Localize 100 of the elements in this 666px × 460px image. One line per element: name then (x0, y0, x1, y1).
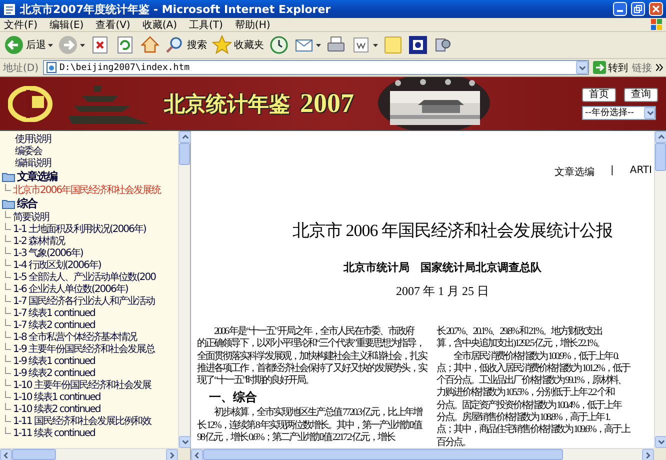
menu-item[interactable]: 工具(T) (189, 18, 223, 32)
restore-button[interactable] (631, 2, 645, 16)
history-icon (269, 35, 289, 55)
scroll-up-button[interactable] (179, 131, 191, 143)
tree-item[interactable]: 编委会 (15, 144, 42, 158)
scroll-up-button[interactable] (655, 131, 666, 143)
scroll-right-button[interactable] (166, 448, 178, 460)
caret-icon (373, 44, 378, 46)
scroll-thumb[interactable] (179, 143, 190, 165)
messenger-button[interactable] (408, 34, 428, 56)
scroll-thumb[interactable] (203, 449, 563, 460)
star-icon (212, 35, 232, 55)
search-button[interactable]: 搜索 (165, 34, 207, 56)
scroll-down-button[interactable] (179, 436, 191, 448)
tree-item[interactable]: 1-7 续表2 continued (13, 318, 95, 332)
links-button[interactable]: 链接 (632, 60, 652, 74)
text-line: 全面贯彻落实科学发展观，加快构建社会主义和谐社会，扎实 (197, 350, 426, 362)
tree-item[interactable]: 1-7 续表1 continued (13, 306, 95, 320)
menu-item[interactable]: 收藏(A) (142, 18, 177, 32)
window-title: 北京市2007年度统计年鉴 - Microsoft Internet Explorer (20, 2, 332, 16)
refresh-button[interactable] (115, 34, 135, 56)
text-line: 个百分点。工业品出厂价格指数为 99.1%，原材料、 (436, 375, 626, 386)
document-icon (351, 35, 371, 55)
tree-item[interactable]: 1-4 行政区划(2006年) (13, 258, 101, 272)
menu-item[interactable]: 帮助(H) (234, 18, 270, 32)
menu-item[interactable]: 查看(V) (96, 18, 130, 32)
scrollbar-corner (654, 448, 666, 460)
stop-icon (90, 35, 110, 55)
tree-folder[interactable]: 综合 (17, 196, 37, 211)
favorites-button[interactable]: 收藏夹 (212, 34, 264, 56)
address-field[interactable]: D:\beijing2007\index.htm (42, 60, 589, 75)
nav-button[interactable]: 首页 (582, 88, 616, 102)
search-icon (165, 35, 185, 55)
menu-item[interactable]: 编辑(E) (50, 18, 84, 32)
header-text: ARTI (630, 165, 652, 178)
tree-item[interactable]: 编辑说明 (15, 156, 51, 170)
scroll-down-button[interactable] (655, 436, 666, 448)
scroll-left-button[interactable] (0, 448, 12, 460)
caret-icon (48, 44, 53, 46)
tree-item[interactable]: 1-7 国民经济各行业法人和产业活动 (13, 294, 155, 308)
document-title: 北京市 2006 年国民经济和社会发展统计公报 (292, 220, 612, 242)
close-button[interactable] (649, 2, 663, 16)
tree-item[interactable]: 1-2 森林情况 (13, 234, 65, 248)
tree-item[interactable]: 1-9 续表2 continued (13, 366, 95, 380)
menu-item[interactable]: 文件(F) (4, 18, 38, 32)
tree-item[interactable]: 简要说明 (13, 210, 49, 224)
text-line: 长 12%，连续第 8 年实现两位数增长。其中，第一产业增加值 (197, 420, 422, 432)
scrollbar[interactable] (178, 131, 190, 448)
text-line: 长 20.7%、20.1%、29.8% 和 21%。地方财政支出 (436, 326, 602, 338)
go-button[interactable]: 转到 (593, 60, 628, 74)
tree-item[interactable]: 1-10 续表1 continued (13, 390, 100, 404)
refresh-icon (115, 35, 135, 55)
banner-year: 2007 (300, 88, 354, 119)
history-button[interactable] (269, 34, 289, 56)
page-icon (46, 62, 57, 73)
nav-button[interactable]: 查询 (624, 88, 658, 102)
scrollbar-corner (178, 448, 190, 460)
tree-item[interactable]: 1-9 续表1 continued (13, 354, 95, 368)
tree-folder[interactable]: 文章选编 (17, 169, 57, 184)
header-text: 文章选编 (554, 166, 594, 179)
chevron-icon (656, 64, 663, 71)
minimize-button[interactable] (613, 2, 627, 16)
text-line: 现了“十一五”时期的良好开局。 (197, 375, 314, 388)
scroll-right-button[interactable] (642, 448, 654, 460)
header-text: | (610, 165, 614, 178)
text-line: 全市居民消费价格指数为 100.9%，低于上年 0. (454, 350, 618, 362)
text-line: 初步核算，全市实现地区生产总值 7720.3 亿元，比上年增 (214, 407, 422, 420)
close-icon (652, 5, 660, 13)
tree-item[interactable]: 1-8 全市私营个体经济基本情况 (13, 330, 137, 344)
tree-item[interactable]: 1-11 国民经济和社会发展比例和效 (13, 414, 151, 428)
tree-item[interactable]: 使用说明 (15, 132, 51, 146)
tree-item[interactable]: 1-11 续表 continued (13, 426, 95, 440)
text-line: 98 亿元，增长 0.6%；第二产业增加值 2217.2 亿元，增长 (197, 432, 394, 444)
back-button[interactable]: 后退 (4, 34, 53, 56)
tree-item[interactable]: 1-5 全部法人、产业活动单位数(200 (13, 270, 156, 284)
tree-item[interactable]: 1-9 主要年份国民经济和社会发展总 (13, 342, 155, 356)
scrollbar[interactable] (191, 448, 654, 460)
tree-item[interactable]: 1-1 土地面积及利用状况(2006年) (13, 222, 146, 236)
folder-icon (2, 198, 15, 208)
scroll-left-button[interactable] (191, 448, 203, 460)
text-line: 推进各项工作，首都经济社会保持了又好又快的发展势头，实 (197, 362, 426, 374)
logo-icon (8, 86, 54, 122)
text-line: 点；其中，商品住宅销售价格指数为 109.6%，高于上 (436, 424, 630, 436)
scrollbar[interactable] (654, 131, 666, 448)
text-line: 算，含中央追加支出)1292.5 亿元，增长 22.1%。 (436, 338, 605, 350)
year-select[interactable]: --年份选择-- (582, 106, 656, 120)
tree-item[interactable]: 北京市2006年国民经济和社会发展统 (13, 183, 160, 197)
section-heading: 一、综合 (208, 389, 257, 406)
tree-item[interactable]: 1-3 气象(2006年) (13, 246, 83, 260)
scroll-thumb[interactable] (655, 143, 666, 171)
tree-item[interactable]: 1-10 主要年份国民经济和社会发展 (13, 378, 151, 392)
folder-icon (2, 172, 15, 182)
dropdown-button[interactable] (576, 61, 588, 74)
scrollbar[interactable] (0, 448, 178, 460)
stop-button[interactable] (90, 34, 110, 56)
scroll-thumb[interactable] (12, 449, 56, 460)
text-line: 分点。房屋销售价格指数为 108.8%，高于上年 1. (436, 412, 610, 424)
tree-item[interactable]: 1-10 续表2 continued (13, 402, 100, 416)
text-line: 百分点。 (436, 436, 470, 448)
tree-item[interactable]: 1-6 企业法人单位数(2006年) (13, 282, 128, 296)
